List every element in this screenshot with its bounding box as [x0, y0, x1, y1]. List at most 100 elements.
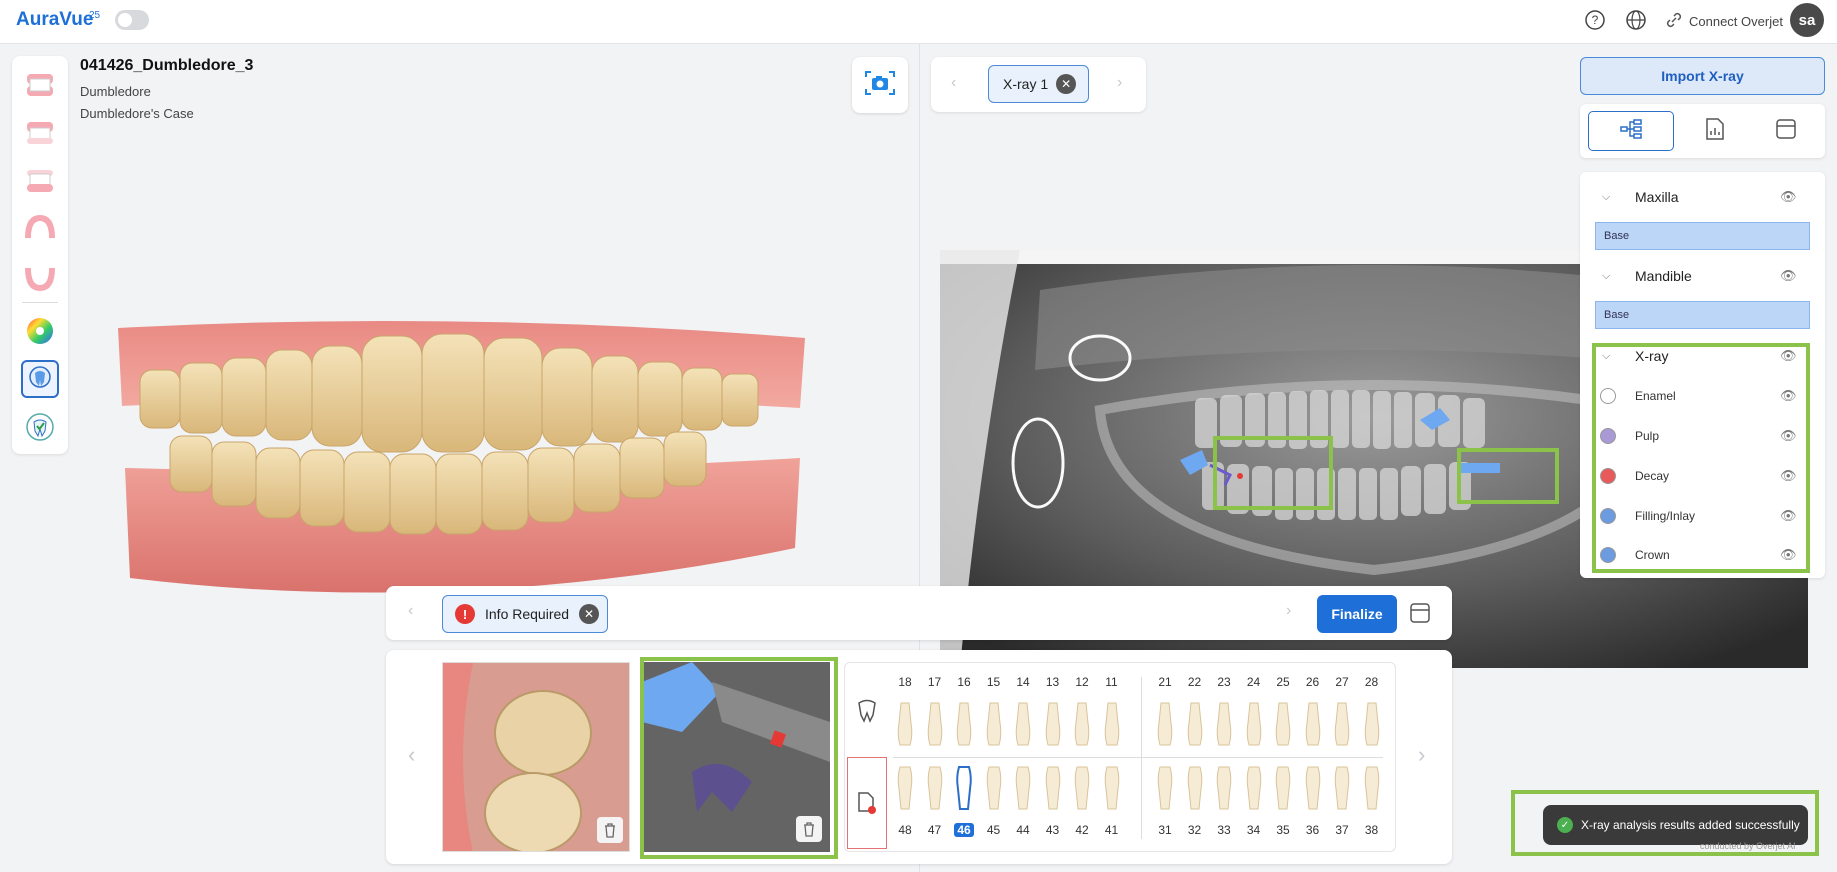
close-icon[interactable]: ✕	[579, 604, 600, 624]
chevron-right-icon[interactable]: ›	[1418, 742, 1425, 768]
eye-icon[interactable]: 👁	[1780, 268, 1797, 284]
tooth-35[interactable]	[1273, 763, 1293, 811]
tooth-26[interactable]	[1303, 701, 1323, 749]
upper-arch-view-icon[interactable]	[21, 114, 59, 152]
tooth-21[interactable]	[1155, 701, 1175, 749]
screenshot-button[interactable]	[852, 57, 908, 113]
document-alert-icon[interactable]	[847, 757, 887, 849]
tooth-22[interactable]	[1185, 701, 1205, 749]
tooth-number[interactable]: 45	[984, 823, 1004, 837]
color-wheel-icon[interactable]	[21, 312, 59, 350]
connect-overjet-button[interactable]: Connect Overjet	[1665, 11, 1783, 32]
info-required-chip[interactable]: ! Info Required ✕	[442, 595, 608, 633]
tooth-41[interactable]	[1102, 763, 1122, 811]
brand-logo[interactable]: AuraVue	[16, 9, 93, 31]
help-icon[interactable]: ?	[1584, 9, 1606, 31]
chevron-left-icon[interactable]: ‹	[408, 602, 413, 620]
tooth-number[interactable]: 17	[925, 675, 945, 689]
tooth-number[interactable]: 16	[954, 675, 974, 689]
lower-arch-view-icon[interactable]	[21, 162, 59, 200]
tooth-number[interactable]: 42	[1072, 823, 1092, 837]
tooth-16[interactable]	[954, 701, 974, 749]
tooth-number[interactable]: 33	[1214, 823, 1234, 837]
tooth-number[interactable]: 34	[1244, 823, 1264, 837]
tooth-11[interactable]	[1102, 701, 1122, 749]
tooth-number[interactable]: 37	[1332, 823, 1352, 837]
layout-view-button[interactable]	[1756, 111, 1816, 151]
chevron-right-icon[interactable]: ›	[1117, 74, 1122, 92]
chevron-down-icon[interactable]: ⌵	[1602, 191, 1610, 204]
3d-tooth-thumbnail[interactable]	[442, 662, 630, 852]
tooth-number[interactable]: 22	[1185, 675, 1205, 689]
tooth-12[interactable]	[1072, 701, 1092, 749]
tooth-24[interactable]	[1244, 701, 1264, 749]
tree-view-button[interactable]	[1588, 111, 1674, 151]
tooth-14[interactable]	[1013, 701, 1033, 749]
layout-icon[interactable]	[1409, 602, 1431, 629]
tooth-43[interactable]	[1043, 763, 1063, 811]
tooth-number[interactable]: 11	[1102, 675, 1122, 689]
tooth-17[interactable]	[925, 701, 945, 749]
maxilla-base-layer[interactable]: Base	[1595, 222, 1810, 250]
tooth-23[interactable]	[1214, 701, 1234, 749]
tooth-number[interactable]: 23	[1214, 675, 1234, 689]
xray-analysis-icon[interactable]	[21, 360, 59, 398]
tooth-27[interactable]	[1332, 701, 1352, 749]
tooth-number[interactable]: 25	[1273, 675, 1293, 689]
trash-icon[interactable]	[597, 817, 623, 843]
tooth-15[interactable]	[984, 701, 1004, 749]
tooth-45[interactable]	[984, 763, 1004, 811]
tooth-31[interactable]	[1155, 763, 1175, 811]
globe-icon[interactable]	[1625, 9, 1647, 31]
tooth-number[interactable]: 32	[1185, 823, 1205, 837]
tooth-42[interactable]	[1072, 763, 1092, 811]
tooth-number[interactable]: 41	[1102, 823, 1122, 837]
tooth-46[interactable]	[954, 763, 974, 811]
tooth-number[interactable]: 14	[1013, 675, 1033, 689]
tooth-check-icon[interactable]	[21, 408, 59, 446]
tooth-32[interactable]	[1185, 763, 1205, 811]
tooth-number[interactable]: 44	[1013, 823, 1033, 837]
finalize-button[interactable]: Finalize	[1317, 595, 1397, 633]
chevron-right-icon[interactable]: ›	[1286, 602, 1291, 620]
tooth-number[interactable]: 47	[925, 823, 945, 837]
chevron-down-icon[interactable]: ⌵	[1602, 270, 1610, 283]
tooth-number[interactable]: 26	[1303, 675, 1323, 689]
full-arch-view-icon[interactable]	[21, 66, 59, 104]
tooth-number[interactable]: 21	[1155, 675, 1175, 689]
mandible-occlusal-icon[interactable]	[21, 258, 59, 296]
tooth-number[interactable]: 18	[895, 675, 915, 689]
3d-dental-model[interactable]	[110, 318, 810, 600]
close-icon[interactable]: ✕	[1056, 74, 1077, 94]
theme-toggle[interactable]	[115, 10, 149, 30]
tooth-number[interactable]: 28	[1362, 675, 1382, 689]
tooth-number[interactable]: 43	[1043, 823, 1063, 837]
tooth-number[interactable]: 24	[1244, 675, 1264, 689]
tooth-36[interactable]	[1303, 763, 1323, 811]
tooth-25[interactable]	[1273, 701, 1293, 749]
tooth-34[interactable]	[1244, 763, 1264, 811]
eye-icon[interactable]: 👁	[1780, 189, 1797, 205]
tooth-number[interactable]: 31	[1155, 823, 1175, 837]
maxilla-occlusal-icon[interactable]	[21, 210, 59, 248]
chevron-left-icon[interactable]: ‹	[408, 742, 415, 768]
tooth-number[interactable]: 46	[954, 823, 974, 837]
tooth-number[interactable]: 38	[1362, 823, 1382, 837]
tooth-38[interactable]	[1362, 763, 1382, 811]
tooth-number[interactable]: 48	[895, 823, 915, 837]
tooth-number[interactable]: 35	[1273, 823, 1293, 837]
import-xray-button[interactable]: Import X-ray	[1580, 57, 1825, 95]
tooth-number[interactable]: 13	[1043, 675, 1063, 689]
tooth-number[interactable]: 27	[1332, 675, 1352, 689]
user-avatar[interactable]: sa	[1790, 3, 1824, 37]
tooth-48[interactable]	[895, 763, 915, 811]
tooth-number[interactable]: 15	[984, 675, 1004, 689]
tooth-18[interactable]	[895, 701, 915, 749]
layer-group-maxilla[interactable]: ⌵ Maxilla 👁	[1580, 182, 1825, 212]
tooth-number[interactable]: 36	[1303, 823, 1323, 837]
mandible-base-layer[interactable]: Base	[1595, 301, 1810, 329]
chevron-left-icon[interactable]: ‹	[951, 74, 956, 92]
tooth-47[interactable]	[925, 763, 945, 811]
tooth-28[interactable]	[1362, 701, 1382, 749]
tooth-number[interactable]: 12	[1072, 675, 1092, 689]
